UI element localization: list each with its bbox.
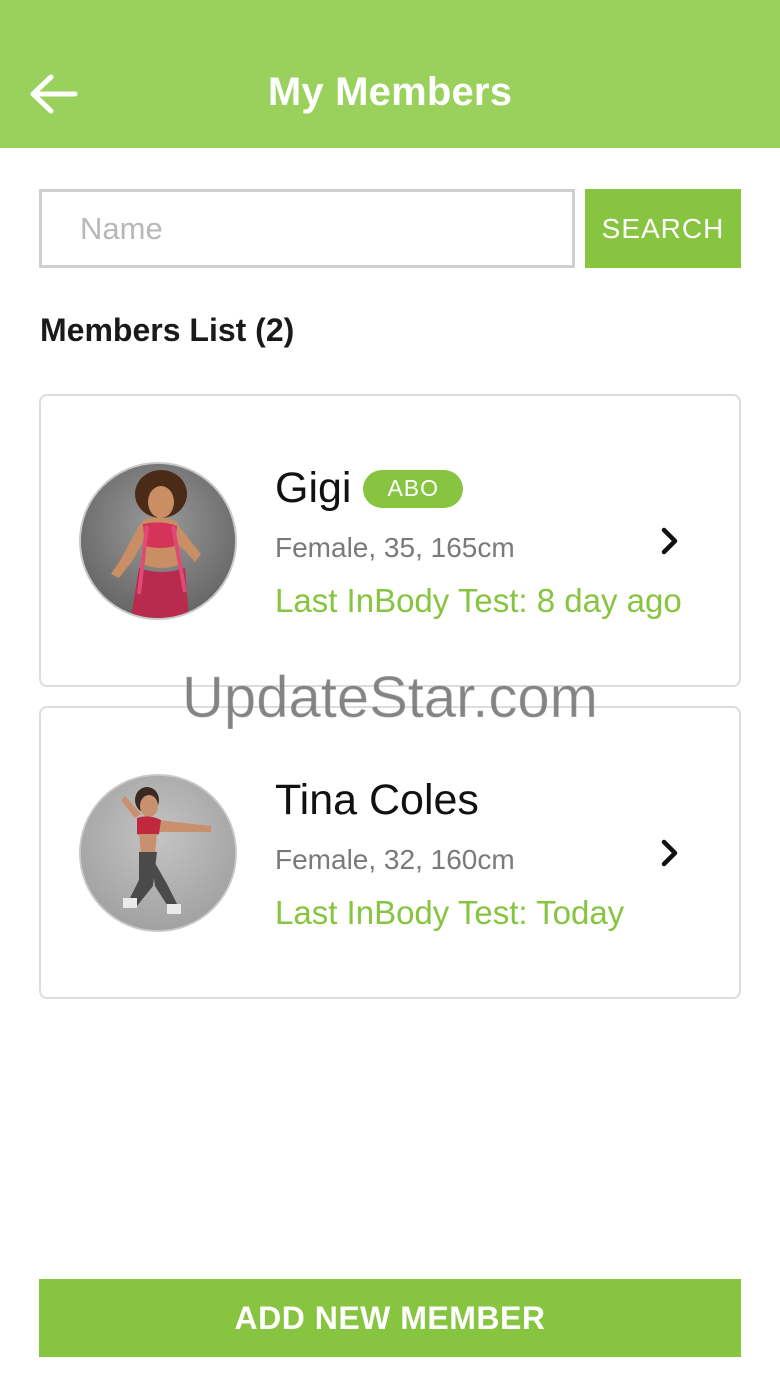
member-avatar: [79, 774, 237, 932]
search-button[interactable]: SEARCH: [585, 189, 741, 268]
member-avatar: [79, 462, 237, 620]
members-list-title: Members List (2): [40, 312, 295, 348]
add-new-member-button[interactable]: ADD NEW MEMBER: [39, 1279, 741, 1357]
member-badge: ABO: [363, 469, 464, 508]
member-name: Gigi: [275, 464, 352, 512]
app-header: My Members: [0, 0, 780, 148]
member-details: Female, 35, 165cm: [275, 532, 515, 563]
member-details: Female, 32, 160cm: [275, 844, 515, 875]
search-name-input[interactable]: [39, 189, 575, 268]
member-name: Tina Coles: [275, 776, 479, 824]
chevron-right-icon: [655, 526, 685, 556]
page-title: My Members: [267, 70, 513, 114]
last-inbody-test: Last InBody Test: Today: [275, 894, 625, 931]
member-card[interactable]: Tina Coles Female, 32, 160cm Last InBody…: [39, 706, 741, 999]
chevron-right-icon: [655, 838, 685, 868]
last-inbody-test: Last InBody Test: 8 day ago: [275, 582, 682, 619]
member-card[interactable]: Gigi ABO Female, 35, 165cm Last InBody T…: [39, 394, 741, 687]
